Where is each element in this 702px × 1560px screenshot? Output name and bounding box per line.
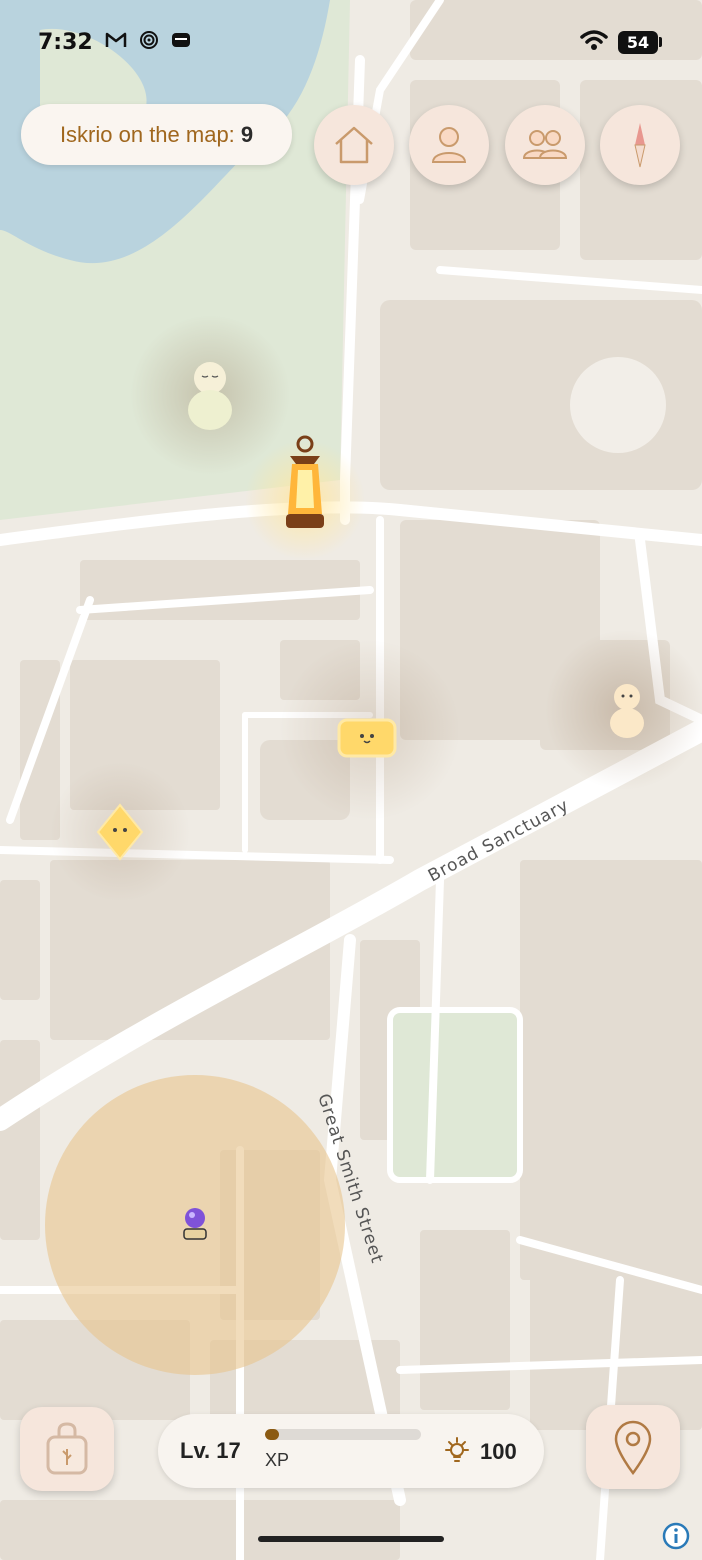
xp-progress-track	[265, 1429, 421, 1440]
spark-currency-value: 100	[480, 1439, 517, 1464]
recenter-location-button[interactable]	[586, 1405, 680, 1489]
map-attribution-info-button[interactable]	[661, 1521, 691, 1556]
lantern-icon	[286, 435, 324, 528]
home-button[interactable]	[314, 105, 394, 185]
iskrio-crystal-marker[interactable]	[336, 716, 398, 765]
battery-level: 54	[618, 30, 658, 54]
status-time: 7:32	[38, 29, 93, 55]
status-bar: 7:32 54	[38, 24, 662, 60]
home-indicator[interactable]	[258, 1536, 444, 1542]
person-icon	[431, 127, 467, 163]
people-icon	[522, 130, 568, 159]
spiral-app-icon	[139, 30, 159, 55]
crystal-icon	[337, 718, 397, 758]
xp-label: XP	[265, 1450, 290, 1470]
wifi-icon	[580, 29, 608, 56]
map-view[interactable]: Broad Sanctuary Great Smith Street	[0, 0, 702, 1560]
iskrio-spirit-marker[interactable]	[608, 681, 646, 744]
house-icon	[335, 126, 373, 164]
player-level-bar: Lv. 17 XP 100	[158, 1414, 544, 1488]
player-orb-icon	[183, 1208, 207, 1240]
compass-button[interactable]	[600, 105, 680, 185]
compass-icon	[634, 123, 646, 168]
info-icon	[662, 1522, 690, 1550]
spirit-icon	[188, 362, 232, 430]
location-pin-icon	[614, 1420, 652, 1475]
friends-button[interactable]	[505, 105, 585, 185]
iskrio-gem-marker[interactable]	[94, 803, 146, 866]
xp-progress-fill	[265, 1429, 280, 1440]
gem-icon	[96, 803, 144, 861]
level-label: Lv. 17	[180, 1438, 241, 1463]
profile-button[interactable]	[409, 105, 489, 185]
player-avatar	[180, 1205, 210, 1250]
iskrio-counter: Iskrio on the map: 9	[21, 104, 292, 165]
iskrio-counter-label: Iskrio on the map:	[59, 121, 235, 147]
battery-indicator: 54	[618, 30, 662, 54]
spirit-icon	[610, 684, 644, 738]
bag-icon	[46, 1422, 88, 1475]
gmail-icon	[105, 31, 127, 54]
iskrio-counter-value: 9	[240, 121, 254, 147]
iskrio-spirit-marker[interactable]	[186, 358, 234, 437]
wallet-icon	[171, 31, 191, 54]
lantern-marker[interactable]	[278, 434, 332, 539]
spark-currency-icon	[442, 1436, 472, 1471]
inventory-bag-button[interactable]	[20, 1407, 114, 1491]
